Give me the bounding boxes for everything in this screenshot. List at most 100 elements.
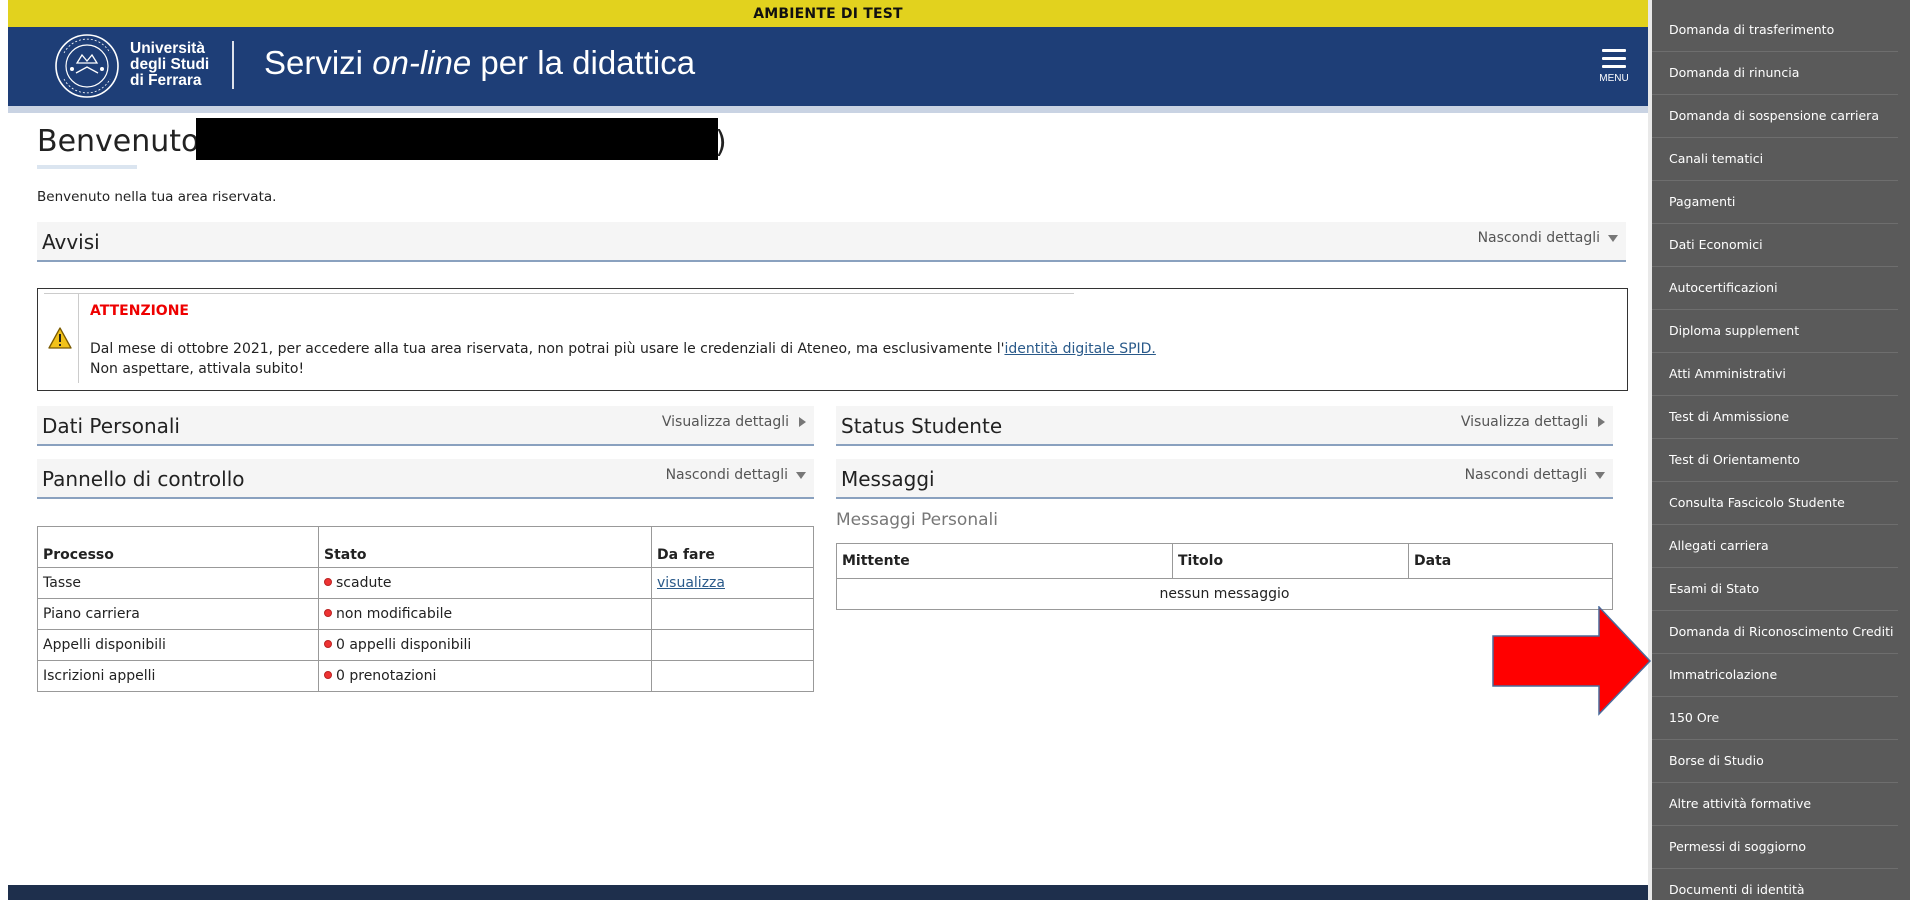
- da-fare-cell: [651, 629, 814, 661]
- messaggi-toggle[interactable]: Nascondi dettagli: [1465, 467, 1605, 483]
- menu-item-allegati-carriera[interactable]: Allegati carriera: [1652, 525, 1898, 568]
- messaggi-toggle-label: Nascondi dettagli: [1464, 467, 1587, 483]
- processo-cell: Appelli disponibili: [37, 629, 319, 661]
- menu-item-dati-economici[interactable]: Dati Economici: [1652, 224, 1898, 267]
- triangle-down-icon: [796, 471, 806, 479]
- site-title-part2: per la didattica: [471, 44, 696, 81]
- site-title-part1: Servizi: [264, 44, 373, 81]
- alert-message: Dal mese di ottobre 2021, per accedere a…: [90, 341, 1156, 357]
- stato-text: 0 prenotazioni: [336, 668, 437, 684]
- triangle-right-icon: [799, 417, 806, 427]
- table-row: Iscrizioni appelli 0 prenotazioni: [37, 660, 814, 692]
- da-fare-cell: [651, 598, 814, 630]
- avvisi-section-header: Avvisi Nascondi dettagli: [37, 222, 1626, 262]
- menu-item-autocertificazioni[interactable]: Autocertificazioni: [1652, 267, 1898, 310]
- menu-item-riconoscimento-crediti[interactable]: Domanda di Riconoscimento Crediti: [1652, 611, 1898, 654]
- spid-link[interactable]: identità digitale SPID.: [1004, 341, 1155, 357]
- university-seal-icon[interactable]: [54, 33, 120, 99]
- dati-personali-section-header: Dati Personali Visualizza dettagli: [37, 406, 814, 446]
- university-name-line3: di Ferrara: [130, 72, 202, 89]
- stato-cell: non modificabile: [318, 598, 652, 630]
- status-studente-toggle-label: Visualizza dettagli: [1460, 414, 1588, 430]
- footer-strip: [8, 885, 1648, 900]
- side-menu-list: Domanda di trasferimento Domanda di rinu…: [1652, 0, 1910, 900]
- pannello-section-header: Pannello di controllo Nascondi dettagli: [37, 459, 814, 499]
- stato-cell: scadute: [318, 567, 652, 599]
- triangle-down-icon: [1595, 471, 1605, 479]
- avvisi-toggle-label: Nascondi dettagli: [1477, 230, 1600, 246]
- hamburger-icon-bar: [1602, 57, 1626, 60]
- control-panel-table: Processo Stato Da fare Tasse scadute vis…: [37, 526, 814, 692]
- stato-cell: 0 appelli disponibili: [318, 629, 652, 661]
- menu-item-fascicolo-studente[interactable]: Consulta Fascicolo Studente: [1652, 482, 1898, 525]
- site-title-italic: on-line: [372, 44, 472, 81]
- menu-item-documenti-identita[interactable]: Documenti di identità: [1652, 869, 1898, 900]
- column-header-processo: Processo: [37, 526, 319, 568]
- menu-item-altre-attivita[interactable]: Altre attività formative: [1652, 783, 1898, 826]
- red-status-dot-icon: [324, 671, 332, 679]
- status-studente-toggle[interactable]: Visualizza dettagli: [1461, 414, 1605, 430]
- alert-icon-column: [44, 293, 79, 383]
- university-name-line2: degli Studi: [130, 56, 210, 73]
- hamburger-icon-bar: [1602, 65, 1626, 68]
- column-header-data: Data: [1408, 543, 1613, 579]
- stato-text: non modificabile: [336, 606, 453, 622]
- menu-item-canali-tematici[interactable]: Canali tematici: [1652, 138, 1898, 181]
- column-header-titolo: Titolo: [1172, 543, 1409, 579]
- table-header-row: Mittente Titolo Data: [836, 543, 1613, 579]
- stato-text: 0 appelli disponibili: [336, 637, 472, 653]
- page-title-tail: ): [715, 125, 727, 160]
- stato-text: scadute: [336, 575, 392, 591]
- warning-icon: [48, 327, 72, 349]
- red-status-dot-icon: [324, 609, 332, 617]
- red-status-dot-icon: [324, 578, 332, 586]
- pannello-toggle[interactable]: Nascondi dettagli: [666, 467, 806, 483]
- triangle-right-icon: [1598, 417, 1605, 427]
- redacted-name: [196, 118, 718, 160]
- menu-item-immatricolazione[interactable]: Immatricolazione: [1652, 654, 1898, 697]
- dati-personali-title: Dati Personali: [42, 414, 180, 438]
- red-status-dot-icon: [324, 640, 332, 648]
- da-fare-cell: visualizza: [651, 567, 814, 599]
- university-logo-text[interactable]: Università degli Studi di Ferrara: [130, 41, 209, 89]
- menu-item-domanda-sospensione[interactable]: Domanda di sospensione carriera: [1652, 95, 1898, 138]
- messages-table: Mittente Titolo Data nessun messaggio: [836, 543, 1613, 610]
- pannello-toggle-label: Nascondi dettagli: [665, 467, 788, 483]
- menu-item-test-orientamento[interactable]: Test di Orientamento: [1652, 439, 1898, 482]
- menu-item-test-ammissione[interactable]: Test di Ammissione: [1652, 396, 1898, 439]
- red-arrow-annotation-icon: [1492, 606, 1652, 716]
- menu-item-domanda-rinuncia[interactable]: Domanda di rinuncia: [1652, 52, 1898, 95]
- avvisi-toggle[interactable]: Nascondi dettagli: [1478, 230, 1618, 246]
- welcome-subtitle: Benvenuto nella tua area riservata.: [37, 189, 277, 205]
- menu-item-borse-di-studio[interactable]: Borse di Studio: [1652, 740, 1898, 783]
- hamburger-icon: [1602, 49, 1626, 52]
- visualizza-link[interactable]: visualizza: [657, 575, 725, 591]
- menu-item-esami-di-stato[interactable]: Esami di Stato: [1652, 568, 1898, 611]
- alert-text: Dal mese di ottobre 2021, per accedere a…: [90, 341, 1005, 357]
- table-row: Appelli disponibili 0 appelli disponibil…: [37, 629, 814, 661]
- table-header-row: Processo Stato Da fare: [37, 526, 814, 568]
- avvisi-title: Avvisi: [42, 230, 100, 254]
- page-title: Benvenuto: [37, 124, 200, 159]
- column-header-mittente: Mittente: [836, 543, 1173, 579]
- table-row: Piano carriera non modificabile: [37, 598, 814, 630]
- messaggi-section-header: Messaggi Nascondi dettagli: [836, 459, 1613, 499]
- dati-personali-toggle[interactable]: Visualizza dettagli: [662, 414, 806, 430]
- status-studente-title: Status Studente: [841, 414, 1003, 438]
- processo-cell: Iscrizioni appelli: [37, 660, 319, 692]
- title-underline: [37, 165, 137, 169]
- menu-item-diploma-supplement[interactable]: Diploma supplement: [1652, 310, 1898, 353]
- menu-button[interactable]: MENU: [1592, 49, 1636, 93]
- menu-item-atti-amministrativi[interactable]: Atti Amministrativi: [1652, 353, 1898, 396]
- status-studente-section-header: Status Studente Visualizza dettagli: [836, 406, 1613, 446]
- menu-item-permessi-soggiorno[interactable]: Permessi di soggiorno: [1652, 826, 1898, 869]
- menu-item-150-ore[interactable]: 150 Ore: [1652, 697, 1898, 740]
- column-header-da-fare: Da fare: [651, 526, 814, 568]
- main-content: AMBIENTE DI TEST Università degli Studi …: [8, 0, 1648, 900]
- alert-top-rule: [44, 293, 1074, 294]
- menu-item-pagamenti[interactable]: Pagamenti: [1652, 181, 1898, 224]
- stato-cell: 0 prenotazioni: [318, 660, 652, 692]
- processo-cell: Tasse: [37, 567, 319, 599]
- menu-item-domanda-trasferimento[interactable]: Domanda di trasferimento: [1652, 9, 1898, 52]
- da-fare-cell: [651, 660, 814, 692]
